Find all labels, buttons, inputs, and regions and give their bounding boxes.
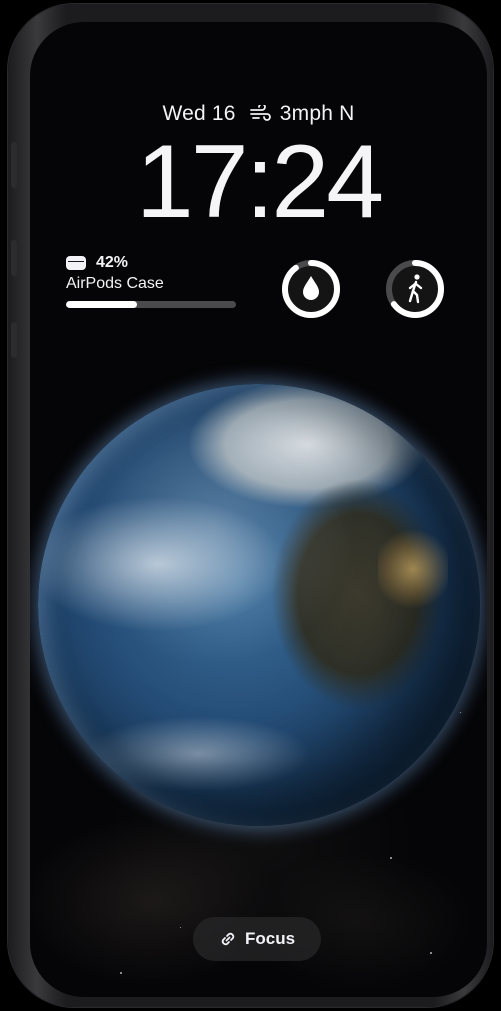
battery-device-name: AirPods Case — [66, 275, 164, 292]
star — [390, 857, 392, 859]
focus-button[interactable]: Focus — [193, 917, 321, 961]
battery-bar — [66, 301, 236, 308]
water-ring-widget[interactable] — [280, 258, 342, 320]
activity-ring-widget[interactable] — [384, 258, 446, 320]
volume-up-button[interactable] — [11, 240, 17, 276]
action-button[interactable] — [11, 142, 17, 188]
weather-label: 3mph N — [279, 102, 355, 125]
clock-time[interactable]: 17:24 — [30, 130, 487, 234]
star — [460, 712, 461, 713]
star — [180, 927, 181, 928]
phone-mockup-stage: Wed 16 3mph N 17:24 42% AirPods Case Foc… — [0, 0, 501, 1011]
battery-widget[interactable]: 42% AirPods Case — [66, 254, 236, 308]
star — [120, 972, 122, 974]
battery-bar-fill — [66, 301, 138, 308]
date-label: Wed 16 — [162, 102, 236, 125]
star — [430, 952, 432, 954]
link-icon — [221, 932, 235, 946]
airpods-case-icon — [66, 256, 86, 270]
battery-percent: 42% — [96, 254, 129, 271]
focus-label: Focus — [244, 929, 296, 948]
lock-screen: Wed 16 3mph N 17:24 42% AirPods Case Foc… — [30, 22, 487, 997]
city-lights — [378, 524, 448, 614]
volume-down-button[interactable] — [11, 322, 17, 358]
wind-icon — [249, 105, 271, 121]
earth-wallpaper — [38, 384, 480, 826]
phone-frame: Wed 16 3mph N 17:24 42% AirPods Case Foc… — [8, 4, 493, 1007]
date-weather-row[interactable]: Wed 16 3mph N — [30, 102, 487, 126]
